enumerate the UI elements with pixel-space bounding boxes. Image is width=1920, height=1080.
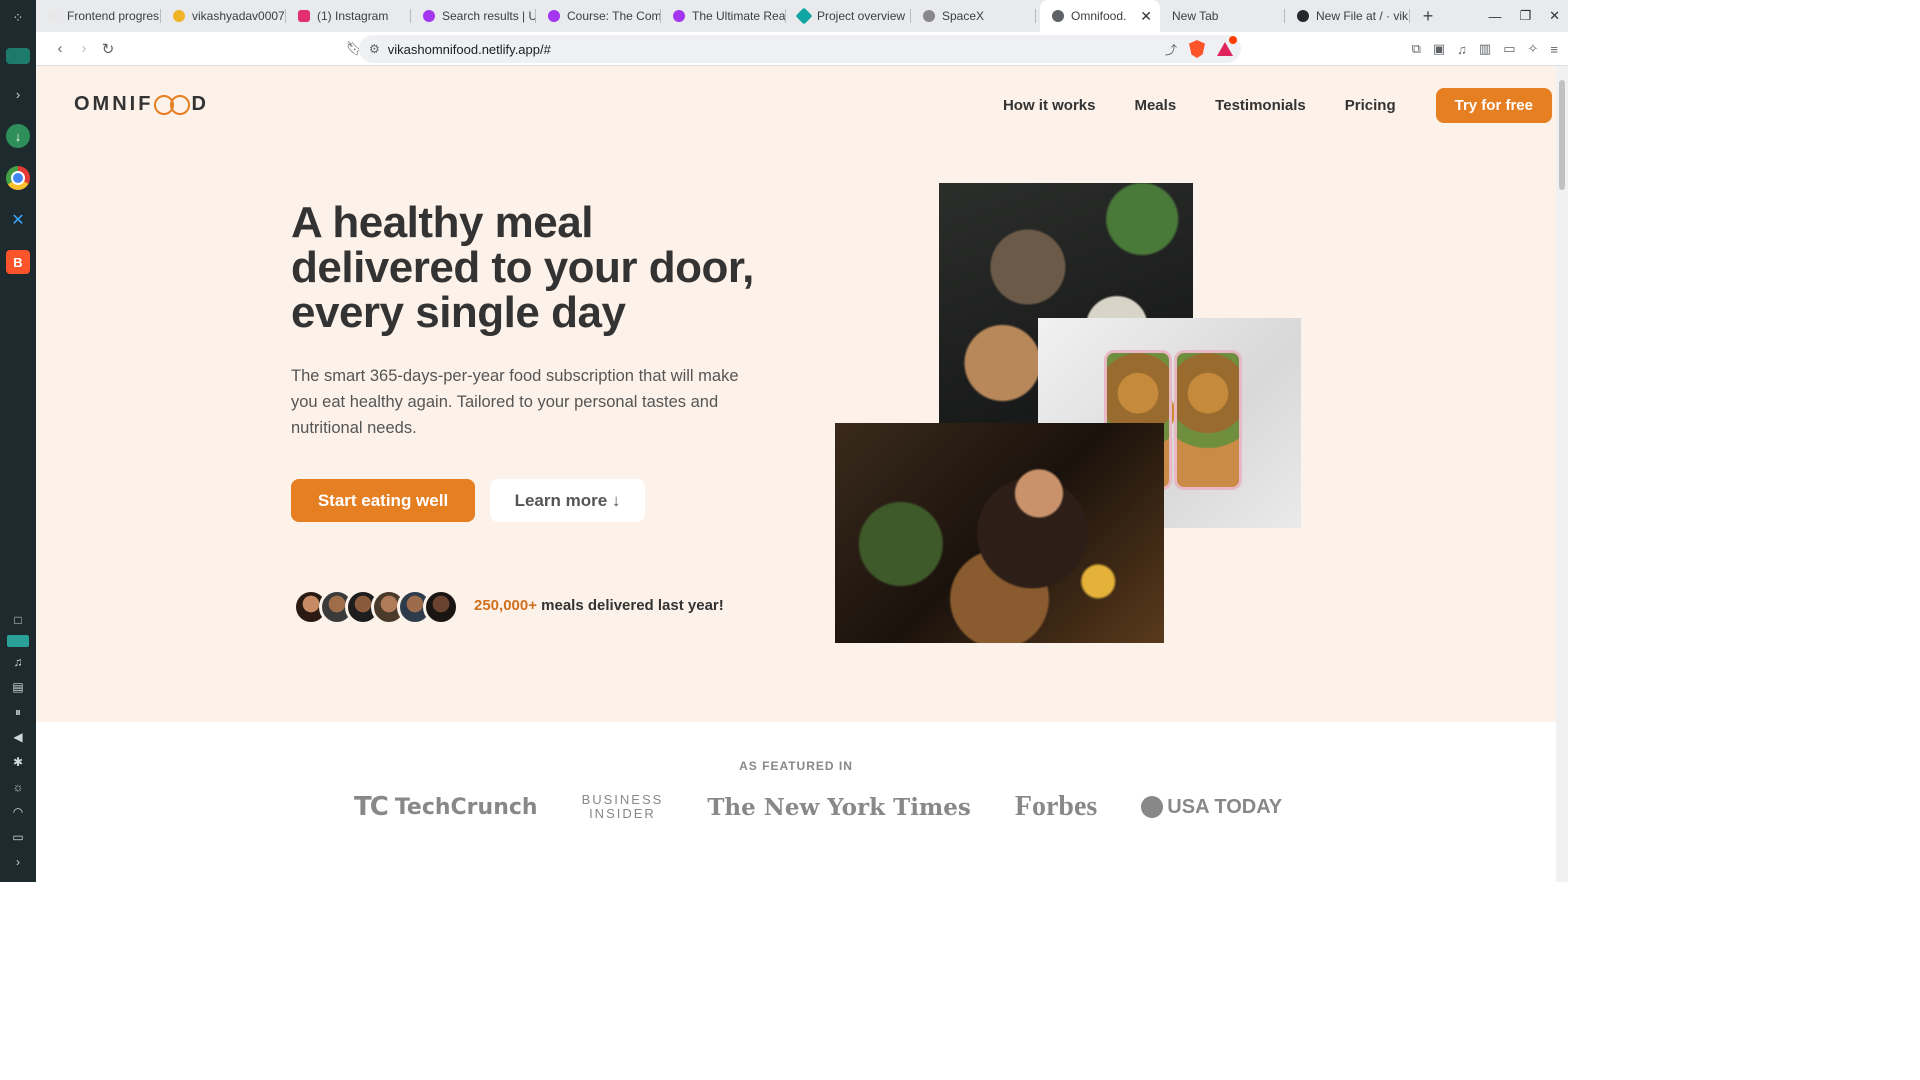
wallet-icon[interactable]: ▭ (1503, 41, 1515, 57)
scrollbar-thumb[interactable] (1559, 80, 1565, 190)
meals-delivered-stat: 250,000+ meals delivered last year! (474, 597, 724, 614)
usatoday-logo: USA TODAY (1141, 796, 1282, 819)
browser-toolbar: ‹ › ↻ 🔖︎ ⚙ vikashomnifood.netlify.app/# … (36, 32, 1568, 66)
screenshot-icon[interactable]: ▣ (1433, 41, 1445, 57)
nav-pricing[interactable]: Pricing (1345, 97, 1396, 114)
webpage: OMNIF D How it works Meals Testimonials … (36, 66, 1556, 882)
wifi-icon[interactable]: ◠ (8, 802, 28, 822)
udemy-icon (548, 10, 560, 22)
udemy-icon (673, 10, 685, 22)
featured-logos: TC TechCrunch BUSINESS INSIDER The New Yor… (354, 790, 1326, 824)
notification-icon[interactable]: ♫ (8, 652, 28, 672)
brave-icon[interactable]: B (6, 250, 30, 274)
main-nav: How it works Meals Testimonials Pricing … (964, 88, 1552, 123)
extensions-icon[interactable]: ⧉ (1412, 41, 1421, 57)
media-icon[interactable]: ♫ (1457, 42, 1467, 57)
omnifood-logo[interactable]: OMNIF D (74, 93, 209, 116)
files-icon[interactable] (6, 48, 30, 64)
brave-rewards-icon[interactable] (1217, 36, 1237, 56)
tab-ultimate-react[interactable]: The Ultimate Rea (661, 0, 786, 32)
vscode-icon[interactable]: ✕ (6, 208, 30, 232)
tab-course[interactable]: Course: The Com (536, 0, 661, 32)
techcrunch-logo: TC TechCrunch (354, 792, 538, 822)
globe-icon (923, 10, 935, 22)
customer-avatars (293, 589, 459, 625)
url-text[interactable]: vikashomnifood.netlify.app/# (388, 42, 551, 57)
site-settings-icon[interactable]: ⚙ (369, 42, 380, 56)
meals-delivered-label: meals delivered last year! (541, 597, 724, 614)
brave-shield-icon[interactable] (1189, 40, 1205, 58)
tab-favicon-icon (48, 10, 60, 22)
nav-how-it-works[interactable]: How it works (1003, 97, 1096, 114)
tab-bar: Frontend progres vikashyadav0007 (1) Ins… (36, 0, 1568, 32)
globe-icon (1052, 10, 1064, 22)
sidebar-icon[interactable]: ▥ (1479, 41, 1491, 57)
nav-testimonials[interactable]: Testimonials (1215, 97, 1306, 114)
business-insider-logo: BUSINESS INSIDER (581, 792, 664, 821)
os-dock: ⁘ › ↓ ✕ B □ ♫ ▤ ⏸ ◀ ✱ ☼ ◠ ▭ › (0, 0, 36, 882)
tab-search-results[interactable]: Search results | U (411, 0, 536, 32)
leo-ai-icon[interactable]: ✧ (1528, 41, 1539, 57)
featured-heading: AS FEATURED IN (739, 759, 853, 773)
infinity-logo-icon (154, 94, 191, 115)
reload-icon[interactable]: ↻ (96, 40, 120, 58)
close-tab-icon[interactable]: ✕ (1140, 8, 1152, 25)
tab-vikashyadav[interactable]: vikashyadav0007 (161, 0, 286, 32)
udemy-icon (423, 10, 435, 22)
volume-icon[interactable]: ◀ (8, 727, 28, 747)
tab-instagram[interactable]: (1) Instagram (286, 0, 411, 32)
hero-section (36, 66, 1556, 722)
new-tab-plus-icon[interactable]: + (1416, 6, 1440, 27)
meals-delivered-count: 250,000+ (474, 597, 537, 614)
address-bar[interactable]: ⚙ vikashomnifood.netlify.app/# ⤴ (359, 35, 1241, 63)
start-eating-well-button[interactable]: Start eating well (291, 479, 475, 522)
hero-image-woman-eating (835, 423, 1164, 643)
hero-headline: A healthy meal delivered to your door, e… (291, 198, 754, 337)
clipboard-icon[interactable]: ▤ (8, 677, 28, 697)
battery-icon[interactable]: ▭ (8, 827, 28, 847)
tab-project-overview[interactable]: Project overview (786, 0, 911, 32)
page-scrollbar[interactable] (1556, 66, 1568, 882)
share-icon[interactable]: ⤴ (1165, 41, 1177, 58)
forward-icon[interactable]: › (72, 40, 96, 57)
tab-spacex[interactable]: SpaceX (911, 0, 1036, 32)
meal-box (1174, 350, 1242, 490)
tab-favicon-icon (173, 10, 185, 22)
github-icon (1297, 10, 1309, 22)
download-icon[interactable]: ↓ (6, 124, 30, 148)
chrome-icon[interactable] (6, 166, 30, 190)
toolbar-actions: ⧉ ▣ ♫ ▥ ▭ ✧ ≡ (1412, 32, 1558, 66)
activities-icon[interactable]: ⁘ (6, 6, 30, 30)
back-icon[interactable]: ‹ (48, 40, 72, 57)
learn-more-button[interactable]: Learn more ↓ (490, 479, 645, 522)
workspace-icon[interactable] (7, 635, 29, 647)
pause-icon[interactable]: ⏸ (8, 702, 28, 722)
tc-mark-icon: TC (354, 792, 389, 822)
brightness-icon[interactable]: ☼ (8, 777, 28, 797)
nav-meals[interactable]: Meals (1134, 97, 1176, 114)
browser-window: Frontend progres vikashyadav0007 (1) Ins… (36, 0, 1568, 882)
menu-icon[interactable]: ≡ (1550, 42, 1558, 57)
tab-github-new-file[interactable]: New File at / · vik (1285, 0, 1410, 32)
usatoday-circle-icon (1141, 796, 1164, 818)
nyt-logo: The New York Times (707, 793, 971, 821)
expand-icon[interactable]: › (8, 852, 28, 872)
forbes-logo: Forbes (1014, 791, 1098, 822)
tab-frontend-progress[interactable]: Frontend progres (36, 0, 161, 32)
try-for-free-button[interactable]: Try for free (1435, 88, 1552, 123)
minimize-icon[interactable]: — (1488, 9, 1501, 24)
close-window-icon[interactable]: ✕ (1549, 8, 1560, 24)
tab-omnifood-active[interactable]: Omnifood. ✕ (1040, 0, 1160, 32)
window-controls: — ❐ ✕ (1488, 0, 1560, 32)
bluetooth-icon[interactable]: ✱ (8, 752, 28, 772)
avatar (423, 589, 459, 625)
terminal-icon[interactable]: › (6, 82, 30, 106)
hero-description: The smart 365-days-per-year food subscri… (291, 367, 739, 437)
window-icon[interactable]: □ (8, 610, 28, 630)
tab-new-tab[interactable]: New Tab (1160, 0, 1285, 32)
netlify-icon (795, 7, 813, 25)
maximize-icon[interactable]: ❐ (1519, 8, 1531, 24)
instagram-icon (298, 10, 310, 22)
